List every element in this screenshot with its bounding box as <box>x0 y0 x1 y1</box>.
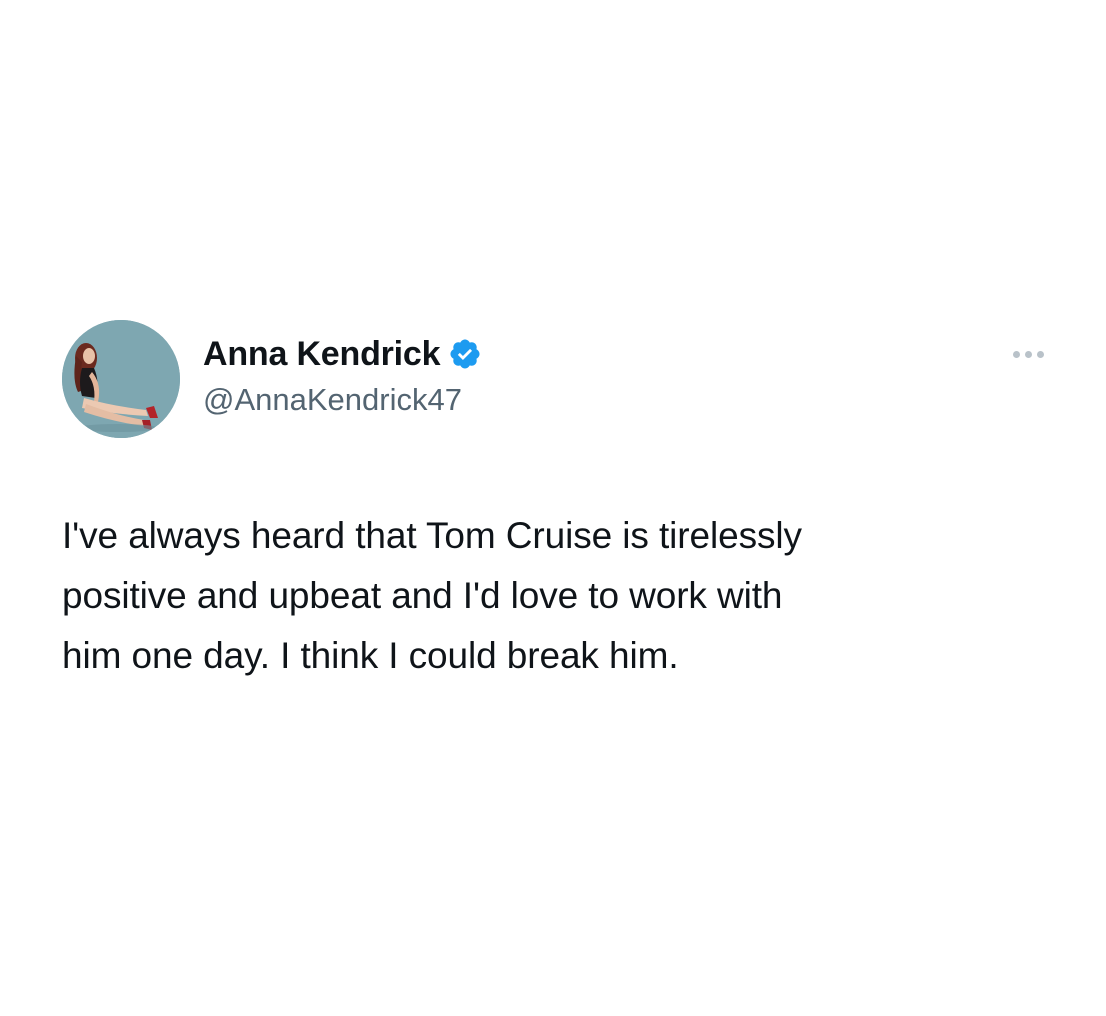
display-name-row: Anna Kendrick <box>203 332 482 376</box>
verified-badge-icon <box>448 337 482 371</box>
more-options-button[interactable] <box>1002 342 1054 366</box>
author-block: Anna Kendrick @AnnaKendrick47 <box>203 332 482 418</box>
avatar[interactable] <box>62 320 180 438</box>
avatar-image <box>62 320 180 438</box>
more-options-icon <box>1010 350 1046 358</box>
display-name[interactable]: Anna Kendrick <box>203 335 441 374</box>
tweet-text: I've always heard that Tom Cruise is tir… <box>62 515 802 676</box>
handle[interactable]: @AnnaKendrick47 <box>203 382 482 418</box>
tweet-header: Anna Kendrick @AnnaKendrick47 <box>62 320 1052 440</box>
tweet-card: Anna Kendrick @AnnaKendrick47 I've alway… <box>0 0 1106 1016</box>
